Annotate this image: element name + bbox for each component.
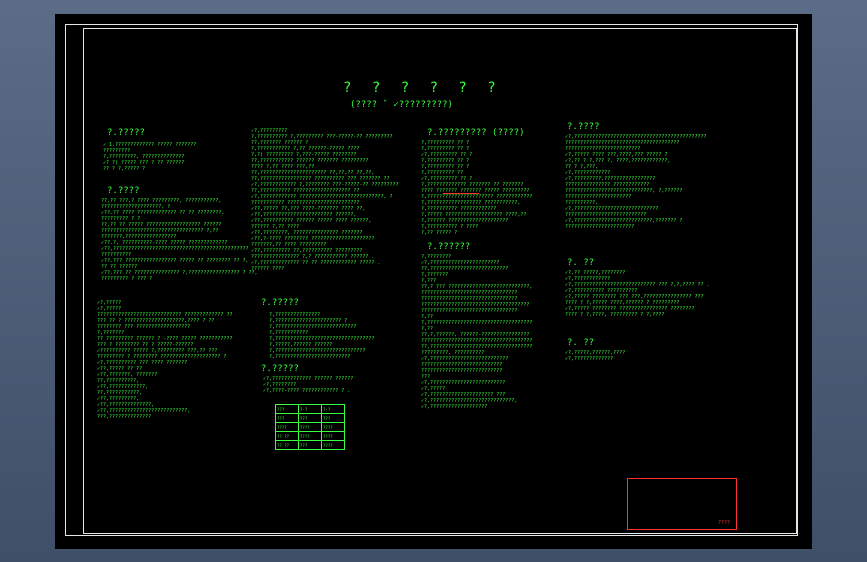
col4-heading-1: ?.????	[567, 122, 600, 132]
table-cell: ????	[321, 431, 345, 441]
col4-block-2: ✓?,?? ?????,???????? ✓?,???????????? ✓?,…	[565, 270, 710, 318]
col3-heading-2: ?.??????	[427, 242, 471, 252]
col3-block-2: ?,???????? ✓?,??????????????????????? ??…	[421, 254, 532, 410]
table-row: ?????????	[275, 413, 345, 423]
table-cell: ???	[275, 404, 299, 414]
col4-block-1: ✓?,?????????????????????????????????????…	[565, 134, 706, 230]
col4-heading-3: ?. ??	[567, 338, 595, 348]
spec-table: ??? ?-? ?-???????????????????????? ???????…	[275, 404, 345, 450]
note-line: ???,??????????????	[97, 414, 152, 420]
note-line: ✓?,???????????????????	[421, 404, 488, 410]
table-cell: ?-?	[321, 404, 345, 414]
table-cell: ?? ??	[275, 440, 299, 450]
table-cell: ???	[275, 413, 299, 423]
note-line: ?,?? ????? ?	[421, 230, 458, 236]
col1-heading-2: ?.????	[107, 186, 140, 196]
col2-block-2: ?,??????????????? ?,????????????????????…	[269, 312, 374, 360]
note-line: ???? ? ?,????, ????????? ? ?,????	[565, 312, 665, 318]
col2-block-3: ✓?,????????????? ?????? ?????? ✓?,???????…	[263, 376, 353, 394]
table-cell: ???	[298, 440, 322, 450]
table-cell: ???	[298, 413, 322, 423]
table-row: ?? ?????????	[275, 440, 345, 450]
note-line: ????????????????????????????????	[421, 308, 518, 314]
annotation-red-line	[443, 193, 479, 194]
table-row: ????????????	[275, 422, 345, 432]
col4-block-3: ✓?,?????,??????,???? ✓?,?????????????	[565, 350, 625, 362]
col1-block-1: ✓ 1.????????????? ????? ??????? ????????…	[103, 142, 196, 172]
note-line: ✓?,?????????????	[565, 356, 614, 362]
col3-block-1: ?,????????? ?? ? ?,????????? ?? ? ✓?,????…	[421, 140, 532, 236]
note-line: ???????????????????????	[565, 224, 635, 230]
table-cell: ????	[321, 422, 345, 432]
drawing-subtitle: (???? ˇ ✓?????????)	[350, 100, 453, 110]
table-row: ??? ?-? ?-?	[275, 404, 345, 414]
title-block-code: ????	[717, 520, 730, 526]
note-line: ✓?,????-???? ???????????? ? .	[263, 388, 351, 394]
col1-block-2: ??,?? ???,? ???? ?????????, ???????????,…	[101, 198, 258, 282]
table-cell: ???	[321, 413, 345, 423]
table-cell: ????	[321, 440, 345, 450]
col4-heading-2: ?. ??	[567, 258, 595, 268]
col2-heading-3: ?.?????	[261, 364, 299, 374]
col2-block-1: ✓?,????????? ?,?????????? ?,????????? ??…	[251, 128, 399, 272]
table-cell: ?? ??	[275, 431, 299, 441]
note-line: ?????? ????	[251, 266, 285, 272]
col3-heading-1: ?.????????? (????)	[427, 128, 525, 138]
table-cell: ????	[298, 422, 322, 432]
col1-block-3: ✓?,????? ✓?,????? ??????????????????????…	[97, 300, 232, 420]
note-line: ?,?????????????????????????	[269, 354, 351, 360]
drawing-viewport[interactable]: ? ? ? ? ? ? (???? ˇ ✓?????????) ?.????? …	[55, 14, 812, 549]
drawing-title: ? ? ? ? ? ?	[343, 80, 502, 96]
note-line: ????????? ? ??? ?	[101, 276, 153, 282]
title-block: ????	[627, 478, 737, 530]
table-row: ?? ??????????	[275, 431, 345, 441]
col2-heading-2: ?.?????	[261, 298, 299, 308]
table-cell: ????	[275, 422, 299, 432]
note-line: ?? ? ?,????? ?	[103, 166, 146, 172]
col1-heading-1: ?.?????	[107, 128, 145, 138]
table-cell: ?-?	[298, 404, 322, 414]
note-line: ?,???????????????????????????????????	[421, 320, 533, 326]
table-cell: ????	[298, 431, 322, 441]
